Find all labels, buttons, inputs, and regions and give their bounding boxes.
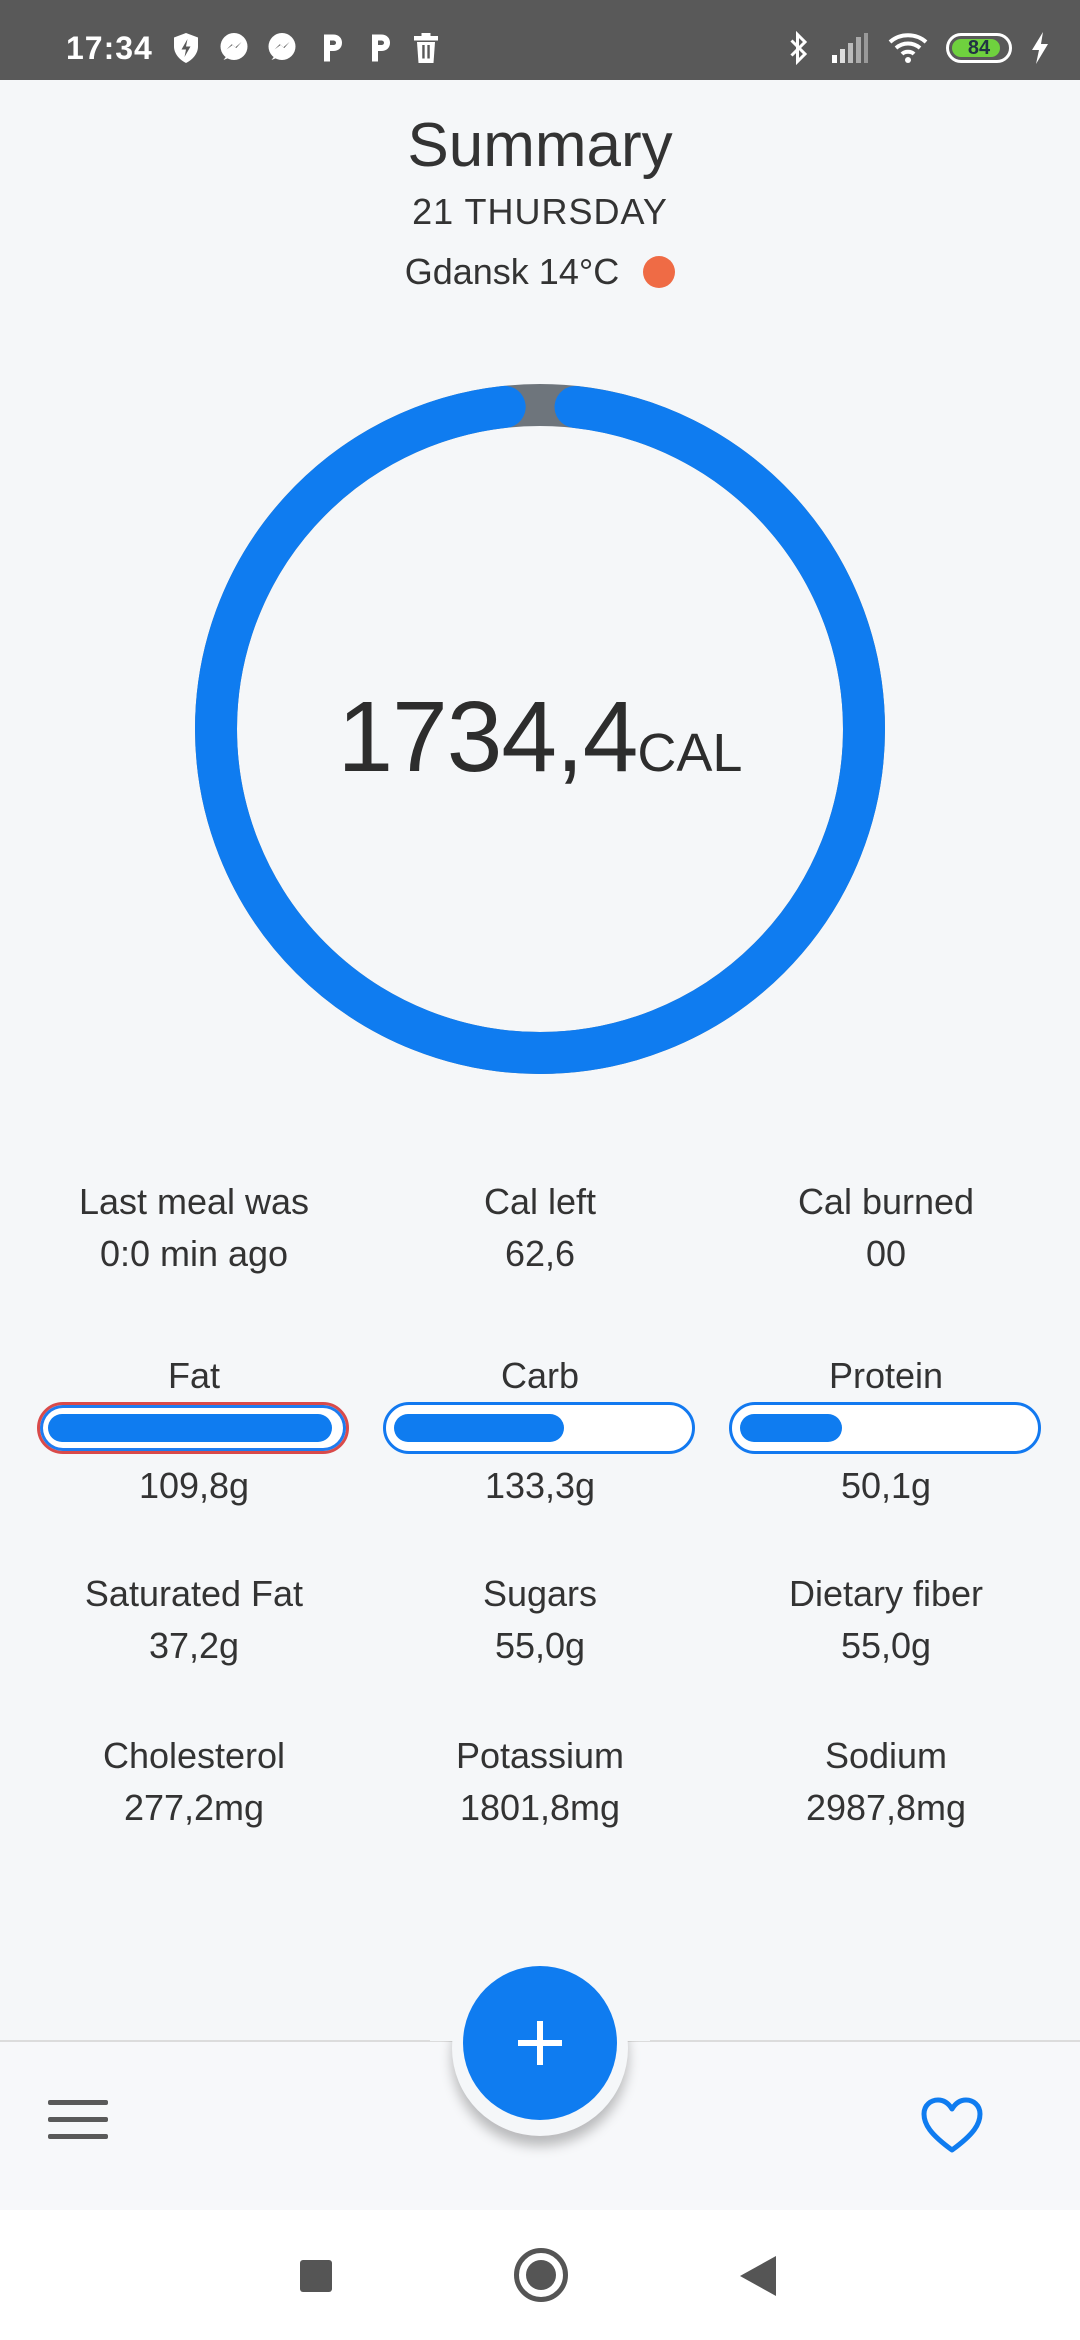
fat-value: 109,8g [138, 1465, 250, 1506]
stat-value: 0:0 min ago [99, 1233, 289, 1274]
signal-icon [832, 33, 868, 63]
notification-icons [168, 30, 444, 66]
cal-left-stat: Cal left 62,6 [380, 1176, 700, 1280]
shield-icon [174, 33, 198, 63]
plus-icon [518, 2021, 562, 2065]
stat-label: Dietary fiber [788, 1573, 984, 1614]
stat-label: Sugars [482, 1573, 598, 1614]
saturated-fat-stat: Saturated Fat 37,2g [34, 1568, 354, 1672]
status-bar: 17:34 84 [0, 0, 1080, 80]
stat-label: Cal burned [797, 1181, 975, 1222]
stat-value: 62,6 [504, 1233, 576, 1274]
bluetooth-icon [790, 30, 808, 66]
favorites-button[interactable] [920, 2096, 984, 2156]
sodium-stat: Sodium 2987,8mg [726, 1730, 1046, 1834]
stat-value: 37,2g [148, 1625, 240, 1666]
stat-value: 55,0g [494, 1625, 586, 1666]
date-label: 21 THURSDAY [412, 191, 668, 232]
wifi-icon [888, 33, 928, 63]
carb-progress-bar [383, 1402, 695, 1454]
fat-progress-fill [48, 1414, 332, 1442]
status-time: 17:34 [66, 30, 153, 66]
stat-label: Potassium [455, 1735, 625, 1776]
recent-apps-button[interactable] [300, 2260, 332, 2292]
weather-label: Gdansk 14°C [404, 251, 620, 292]
stat-label: Sodium [824, 1735, 948, 1776]
trash-icon [414, 33, 438, 63]
heart-icon [921, 2097, 983, 2153]
potassium-stat: Potassium 1801,8mg [380, 1730, 700, 1834]
battery-level: 84 [967, 36, 991, 59]
stat-value: 55,0g [840, 1625, 932, 1666]
calorie-unit: CAL [637, 723, 743, 783]
charging-icon [1032, 32, 1048, 64]
stat-value: 1801,8mg [459, 1787, 621, 1828]
stat-label: Last meal was [78, 1181, 310, 1222]
protein-progress-fill [740, 1414, 842, 1442]
p-icon [324, 34, 342, 62]
stat-value: 2987,8mg [805, 1787, 967, 1828]
protein-progress-bar [729, 1402, 1041, 1454]
carb-value: 133,3g [484, 1465, 596, 1506]
last-meal-stat: Last meal was 0:0 min ago [34, 1176, 354, 1280]
protein-value: 50,1g [840, 1465, 932, 1506]
weather-info: Gdansk 14°C [0, 251, 1080, 293]
menu-button[interactable] [48, 2100, 108, 2144]
p-icon [372, 34, 390, 62]
summary-header: Summary 21 THURSDAY Gdansk 14°C [0, 110, 1080, 293]
stat-value: 00 [865, 1233, 907, 1274]
cal-burned-stat: Cal burned 00 [726, 1176, 1046, 1280]
home-button[interactable] [514, 2248, 568, 2302]
carb-label: Carb [500, 1355, 580, 1396]
fat-label: Fat [167, 1355, 220, 1396]
stat-label: Saturated Fat [84, 1573, 304, 1614]
calorie-readout: 1734,4CAL [0, 680, 1080, 795]
weather-indicator-dot [643, 256, 676, 288]
stat-label: Cal left [483, 1181, 597, 1222]
add-meal-button[interactable] [463, 1966, 617, 2120]
calorie-value: 1734,4 [337, 681, 639, 793]
stat-value: 277,2mg [123, 1787, 265, 1828]
back-button[interactable] [740, 2256, 776, 2296]
messenger-icon [220, 33, 248, 60]
battery-icon: 84 [946, 33, 1012, 63]
menu-icon [48, 2100, 108, 2105]
page-title: Summary [407, 111, 673, 180]
sugars-stat: Sugars 55,0g [380, 1568, 700, 1672]
fat-progress-bar [37, 1402, 349, 1454]
system-icons: 84 [786, 30, 1050, 66]
stat-label: Cholesterol [102, 1735, 286, 1776]
cholesterol-stat: Cholesterol 277,2mg [34, 1730, 354, 1834]
dietary-fiber-stat: Dietary fiber 55,0g [726, 1568, 1046, 1672]
carb-progress-fill [394, 1414, 564, 1442]
messenger-icon [268, 33, 296, 60]
protein-label: Protein [828, 1355, 944, 1396]
